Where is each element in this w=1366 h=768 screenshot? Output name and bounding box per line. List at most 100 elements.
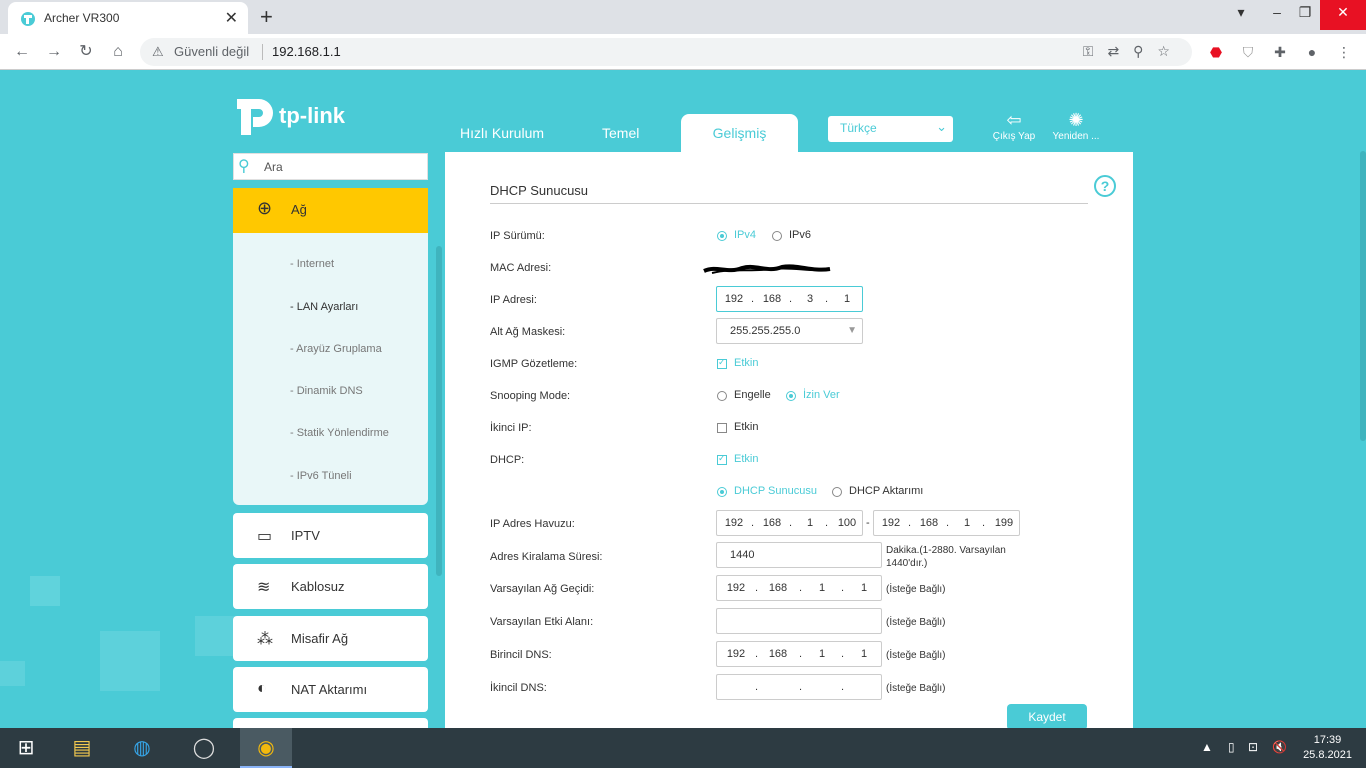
- sidebar-scrollbar[interactable]: [436, 246, 442, 576]
- system-clock[interactable]: 17:39 25.8.2021: [1303, 733, 1352, 763]
- submenu-internet[interactable]: - Internet: [290, 258, 334, 270]
- logout-button[interactable]: ⇦ Çıkış Yap: [984, 109, 1044, 142]
- language-select[interactable]: Türkçe ⌄: [828, 116, 953, 142]
- subnet-mask-select[interactable]: 255.255.255.0 ▼: [716, 318, 863, 344]
- snooping-allow-radio[interactable]: [786, 391, 796, 401]
- dhcp-enable-label[interactable]: Etkin: [734, 453, 758, 465]
- tab-close-icon[interactable]: ✕: [225, 8, 238, 28]
- extensions-icon[interactable]: ✚: [1270, 42, 1290, 62]
- close-window-icon[interactable]: ✕: [1320, 0, 1366, 30]
- ip-address-input[interactable]: 192 . 168 . 3 . 1: [716, 286, 863, 312]
- security-label[interactable]: Güvenli değil: [174, 44, 249, 59]
- chrome-icon[interactable]: ◉: [240, 728, 292, 768]
- ipv4-radio[interactable]: [717, 231, 727, 241]
- igmp-checkbox[interactable]: [717, 357, 727, 369]
- igmp-enable-label[interactable]: Etkin: [734, 357, 758, 369]
- lease-time-input[interactable]: 1440: [716, 542, 882, 568]
- tray-chevron-icon[interactable]: ▲: [1201, 740, 1213, 754]
- domain-input[interactable]: [716, 608, 882, 634]
- gateway-octet-2[interactable]: 168: [763, 582, 793, 594]
- page-scrollbar[interactable]: [1358, 71, 1366, 728]
- tab-basic[interactable]: Temel: [602, 125, 639, 141]
- sidebar-item-guest-network[interactable]: ⁂ Misafir Ağ: [233, 616, 428, 661]
- dhcp-server-label[interactable]: DHCP Sunucusu: [734, 485, 817, 497]
- gateway-octet-3[interactable]: 1: [809, 582, 835, 594]
- second-ip-enable-label[interactable]: Etkin: [734, 421, 758, 433]
- file-explorer-icon[interactable]: ▤: [56, 728, 108, 768]
- edge-icon[interactable]: ◍: [116, 728, 168, 768]
- pool-start-octet-3[interactable]: 1: [797, 517, 823, 529]
- submenu-lan-settings[interactable]: - LAN Ayarları: [290, 301, 358, 313]
- back-icon[interactable]: ←: [10, 40, 34, 64]
- pool-start-octet-4[interactable]: 100: [833, 517, 861, 529]
- battery-icon[interactable]: ▯: [1228, 740, 1235, 754]
- ip-octet-3[interactable]: 3: [797, 293, 823, 305]
- volume-muted-icon[interactable]: 🔇: [1272, 740, 1287, 754]
- dhcp-checkbox[interactable]: [717, 453, 727, 465]
- dns1-octet-4[interactable]: 1: [851, 648, 877, 660]
- browser-tab[interactable]: Archer VR300 ✕: [8, 2, 248, 34]
- tab-quick-setup[interactable]: Hızlı Kurulum: [460, 125, 544, 141]
- dns1-octet-3[interactable]: 1: [809, 648, 835, 660]
- pool-end-input[interactable]: 192 . 168 . 1 . 199: [873, 510, 1020, 536]
- primary-dns-input[interactable]: 192 . 168 . 1 . 1: [716, 641, 882, 667]
- snooping-allow-label[interactable]: İzin Ver: [803, 389, 840, 401]
- reload-icon[interactable]: ↻: [74, 40, 98, 64]
- reboot-button[interactable]: ✺ Yeniden ...: [1046, 109, 1106, 142]
- menu-icon[interactable]: ⋮: [1334, 42, 1354, 62]
- help-icon[interactable]: ?: [1094, 175, 1116, 197]
- gateway-input[interactable]: 192 . 168 . 1 . 1: [716, 575, 882, 601]
- profile-dropdown-icon[interactable]: ▾: [1224, 0, 1258, 30]
- dns1-octet-2[interactable]: 168: [763, 648, 793, 660]
- ipv6-label[interactable]: IPv6: [789, 229, 811, 241]
- maximize-icon[interactable]: ❐: [1288, 0, 1322, 30]
- gateway-octet-1[interactable]: 192: [721, 582, 751, 594]
- dhcp-server-radio[interactable]: [717, 487, 727, 497]
- search-input[interactable]: ⚲ Ara: [233, 153, 428, 180]
- ipv6-radio[interactable]: [772, 231, 782, 241]
- pool-start-octet-2[interactable]: 168: [757, 517, 787, 529]
- dns1-octet-1[interactable]: 192: [721, 648, 751, 660]
- page-scrollbar-thumb[interactable]: [1360, 151, 1366, 441]
- ip-octet-1[interactable]: 192: [721, 293, 747, 305]
- dhcp-relay-label[interactable]: DHCP Aktarımı: [849, 485, 923, 497]
- secondary-dns-input[interactable]: . . .: [716, 674, 882, 700]
- adblock-icon[interactable]: ⬣: [1206, 42, 1226, 62]
- url-text[interactable]: 192.168.1.1: [272, 44, 341, 59]
- pool-start-octet-1[interactable]: 192: [721, 517, 747, 529]
- tab-advanced[interactable]: Gelişmiş: [681, 114, 798, 152]
- network-icon[interactable]: ⊡: [1248, 740, 1258, 754]
- gateway-octet-4[interactable]: 1: [851, 582, 877, 594]
- avatar[interactable]: ●: [1302, 42, 1322, 62]
- snooping-block-label[interactable]: Engelle: [734, 389, 771, 401]
- ipv4-label[interactable]: IPv4: [734, 229, 756, 241]
- opera-icon[interactable]: ◯: [178, 728, 230, 768]
- second-ip-checkbox[interactable]: [717, 423, 727, 433]
- ip-octet-2[interactable]: 168: [757, 293, 787, 305]
- sidebar-item-network[interactable]: ⊕ Ağ: [233, 188, 428, 233]
- sidebar-item-next[interactable]: [233, 718, 428, 728]
- home-icon[interactable]: ⌂: [106, 40, 130, 64]
- windows-start-icon[interactable]: ⊞: [0, 728, 52, 768]
- snooping-block-radio[interactable]: [717, 391, 727, 401]
- omnibox-icons[interactable]: ⚿⇄⚲☆: [1083, 43, 1184, 60]
- sidebar-item-wireless[interactable]: ≋ Kablosuz: [233, 564, 428, 609]
- shield-icon[interactable]: ⛉: [1238, 42, 1258, 62]
- dhcp-relay-radio[interactable]: [832, 487, 842, 497]
- sidebar-item-iptv[interactable]: ▭ IPTV: [233, 513, 428, 558]
- submenu-static-routing[interactable]: - Statik Yönlendirme: [290, 427, 389, 439]
- address-bar[interactable]: ⚠ Güvenli değil 192.168.1.1 ⚿⇄⚲☆: [140, 38, 1192, 66]
- pool-end-octet-4[interactable]: 199: [990, 517, 1018, 529]
- pool-end-octet-1[interactable]: 192: [878, 517, 904, 529]
- submenu-dynamic-dns[interactable]: - Dinamik DNS: [290, 385, 363, 397]
- new-tab-button[interactable]: +: [260, 4, 273, 30]
- forward-icon[interactable]: →: [42, 40, 66, 64]
- pool-end-octet-2[interactable]: 168: [914, 517, 944, 529]
- submenu-interface-grouping[interactable]: - Arayüz Gruplama: [290, 343, 382, 355]
- pool-start-input[interactable]: 192 . 168 . 1 . 100: [716, 510, 863, 536]
- pool-end-octet-3[interactable]: 1: [954, 517, 980, 529]
- ip-octet-4[interactable]: 1: [835, 293, 859, 305]
- submenu-ipv6-tunnel[interactable]: - IPv6 Tüneli: [290, 470, 352, 482]
- sidebar-item-nat-forwarding[interactable]: ◐ NAT Aktarımı: [233, 667, 428, 712]
- save-button[interactable]: Kaydet: [1007, 704, 1087, 728]
